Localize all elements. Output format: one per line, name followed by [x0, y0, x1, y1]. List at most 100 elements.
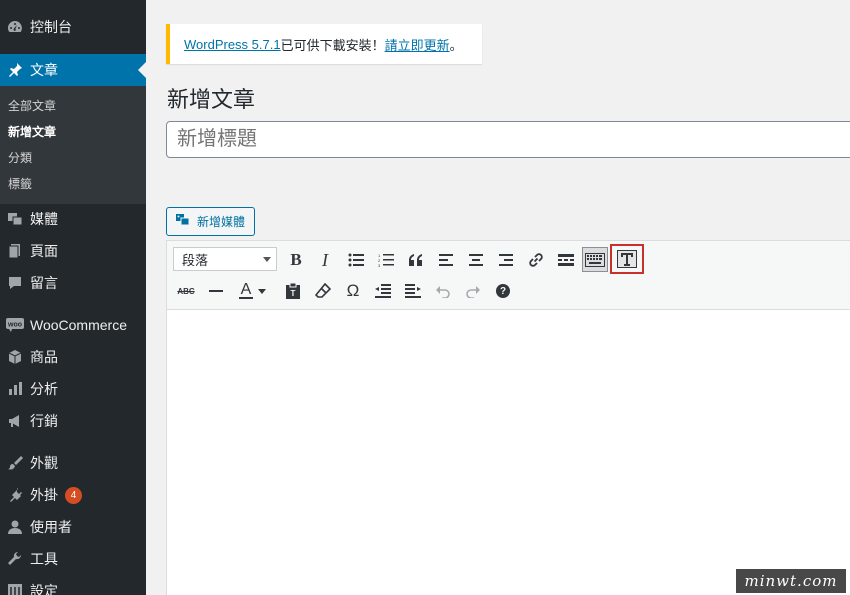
bar-chart-icon [0, 381, 30, 397]
blockquote-icon [409, 254, 422, 266]
italic-button[interactable]: I [313, 248, 337, 272]
text-color-dropdown[interactable] [255, 279, 269, 303]
menu-posts[interactable]: 文章 [0, 54, 146, 86]
submenu-categories[interactable]: 分類 [8, 149, 32, 166]
menu-analytics-label: 分析 [30, 381, 58, 397]
menu-plugins-label: 外掛 [30, 487, 58, 503]
menu-media[interactable]: 媒體 [0, 203, 146, 235]
svg-text:woo: woo [7, 322, 22, 329]
menu-pages[interactable]: 頁面 [0, 235, 146, 267]
menu-settings-label: 設定 [30, 583, 58, 595]
menu-tools-label: 工具 [30, 551, 58, 567]
update-now-link[interactable]: 請立即更新 [385, 35, 450, 54]
editor-toolbar: 段落 B I 123 ABC A T Ω ? [167, 241, 850, 310]
format-select[interactable]: 段落 [173, 247, 277, 271]
menu-dashboard[interactable]: 控制台 [0, 11, 146, 43]
menu-dashboard-label: 控制台 [30, 19, 72, 35]
align-right-icon [499, 254, 513, 266]
outdent-icon [375, 284, 391, 298]
indent-icon [405, 284, 421, 298]
menu-posts-label: 文章 [30, 62, 58, 78]
paste-text-button[interactable]: T [281, 279, 305, 303]
horizontal-line-icon [209, 290, 223, 292]
chevron-down-icon [263, 257, 271, 262]
menu-marketing[interactable]: 行銷 [0, 405, 146, 437]
menu-users[interactable]: 使用者 [0, 511, 146, 543]
menu-tools[interactable]: 工具 [0, 543, 146, 575]
read-more-button[interactable] [554, 248, 578, 272]
menu-media-label: 媒體 [30, 211, 58, 227]
menu-woocommerce-label: WooCommerce [30, 317, 127, 333]
wordpress-version-link[interactable]: WordPress 5.7.1 [184, 37, 281, 52]
update-notice: WordPress 5.7.1 已可供下載安裝！ 請立即更新 。 [166, 24, 482, 64]
menu-woocommerce[interactable]: woo WooCommerce [0, 309, 146, 341]
numbered-list-button[interactable]: 123 [374, 248, 398, 272]
menu-settings[interactable]: 設定 [0, 575, 146, 595]
submenu-tags[interactable]: 標籤 [8, 175, 32, 192]
special-character-button[interactable]: Ω [341, 279, 365, 303]
bold-button[interactable]: B [284, 248, 308, 272]
menu-products[interactable]: 商品 [0, 341, 146, 373]
bullet-list-icon [348, 253, 364, 267]
clear-formatting-button[interactable] [311, 279, 335, 303]
pin-icon [0, 62, 30, 78]
eraser-icon [315, 283, 331, 298]
box-icon [0, 349, 30, 365]
link-icon [529, 253, 543, 267]
editor-content-area[interactable] [167, 311, 850, 595]
menu-products-label: 商品 [30, 349, 58, 365]
text-color-icon: A [238, 281, 254, 299]
menu-plugins[interactable]: 外掛 4 [0, 479, 146, 511]
menu-pages-label: 頁面 [30, 243, 58, 259]
bullet-list-button[interactable] [344, 248, 368, 272]
undo-button[interactable] [431, 279, 455, 303]
strikethrough-button[interactable]: ABC [174, 279, 198, 303]
admin-sidebar: 控制台 文章 全部文章 新增文章 分類 標籤 媒體 頁面 留言 woo WooC… [0, 0, 146, 595]
read-more-icon [558, 254, 574, 266]
menu-comments-label: 留言 [30, 275, 58, 291]
align-left-button[interactable] [434, 248, 458, 272]
strikethrough-icon: ABC [177, 286, 195, 296]
toolbar-toggle-button[interactable] [582, 247, 608, 272]
svg-text:T: T [291, 289, 296, 298]
numbered-list-icon: 123 [378, 253, 394, 267]
redo-icon [466, 286, 480, 298]
outdent-button[interactable] [371, 279, 395, 303]
plugins-update-badge: 4 [65, 486, 82, 504]
submenu-all-posts[interactable]: 全部文章 [8, 97, 56, 114]
menu-appearance[interactable]: 外觀 [0, 447, 146, 479]
add-media-button[interactable]: 新增媒體 [166, 207, 255, 236]
menu-comments[interactable]: 留言 [0, 267, 146, 299]
bold-icon: B [290, 250, 302, 269]
align-right-button[interactable] [494, 248, 518, 272]
settings-icon [0, 583, 30, 595]
undo-icon [436, 286, 450, 298]
align-left-icon [439, 254, 453, 266]
pages-icon [0, 243, 30, 259]
classic-editor: 段落 B I 123 ABC A T Ω ? [166, 240, 850, 595]
text-mode-icon [617, 250, 637, 268]
redo-button[interactable] [461, 279, 485, 303]
distraction-free-button[interactable] [614, 247, 640, 271]
keyboard-icon [585, 252, 605, 267]
dashboard-icon [0, 19, 30, 35]
post-title-input[interactable] [166, 121, 850, 158]
paintbrush-icon [0, 455, 30, 471]
menu-users-label: 使用者 [30, 519, 72, 535]
align-center-button[interactable] [464, 248, 488, 272]
horizontal-line-button[interactable] [204, 279, 228, 303]
comment-icon [0, 275, 30, 291]
menu-analytics[interactable]: 分析 [0, 373, 146, 405]
notice-end: 。 [449, 37, 463, 53]
indent-button[interactable] [401, 279, 425, 303]
keyboard-shortcuts-button[interactable]: ? [491, 279, 515, 303]
blockquote-button[interactable] [404, 248, 428, 272]
woocommerce-icon: woo [0, 318, 30, 332]
plug-icon [0, 487, 30, 503]
user-icon [0, 519, 30, 535]
watermark: minwt.com [736, 569, 846, 593]
submenu-add-new[interactable]: 新增文章 [8, 123, 56, 140]
insert-link-button[interactable] [524, 248, 548, 272]
media-icon [0, 211, 30, 227]
wrench-icon [0, 551, 30, 567]
